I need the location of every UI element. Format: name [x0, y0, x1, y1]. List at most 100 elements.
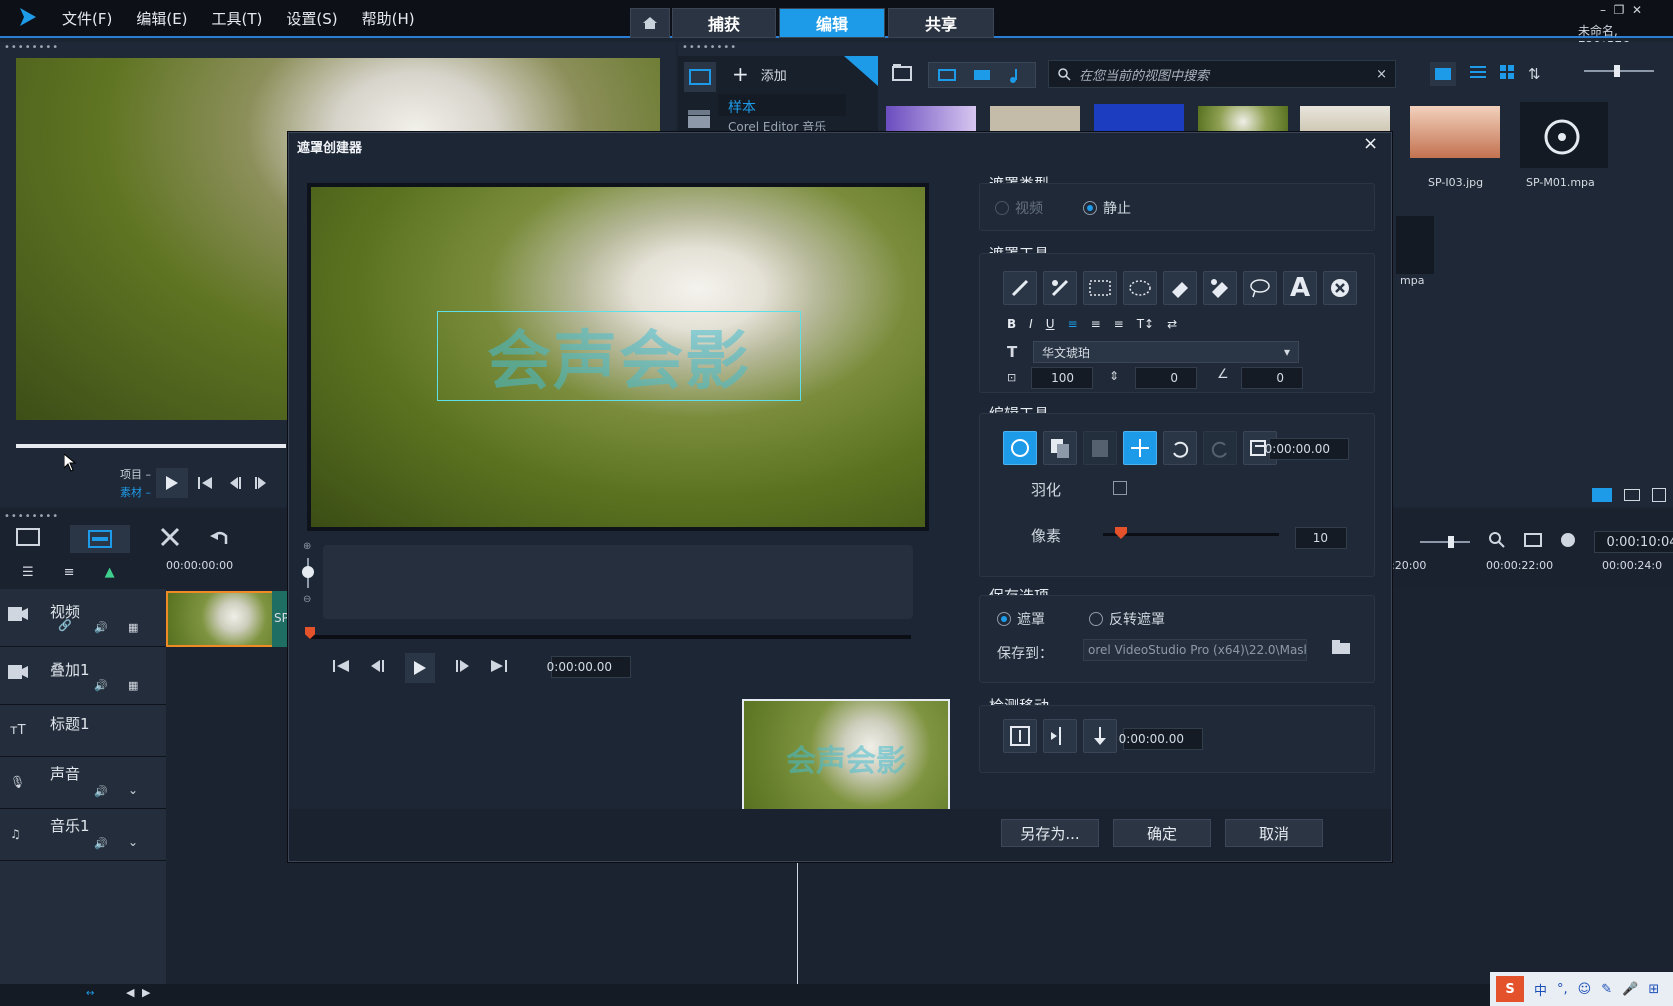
line-spacing-input[interactable]: 0	[1135, 367, 1197, 389]
font-select[interactable]: 华文琥珀 ▾	[1033, 341, 1299, 363]
lasso-tool-button[interactable]	[1243, 271, 1277, 305]
import-media-button[interactable]	[892, 62, 916, 86]
folder-item-sample[interactable]: 样本	[718, 94, 846, 116]
project-mode-label[interactable]: 项目 –	[120, 466, 151, 482]
italic-icon[interactable]: I	[1029, 317, 1033, 331]
playhead-line[interactable]	[797, 859, 798, 984]
player-scrubber[interactable]	[16, 444, 286, 448]
ime-write[interactable]: ✎	[1601, 982, 1612, 997]
mask-preview[interactable]: 会声会影	[311, 187, 925, 527]
align-center-icon[interactable]: ≡	[1091, 317, 1101, 331]
pixel-slider[interactable]	[1103, 527, 1279, 539]
clear-search-icon[interactable]: ×	[1376, 67, 1387, 82]
window-controls[interactable]: – ❐ ✕	[1600, 3, 1642, 17]
copy-button[interactable]	[1043, 431, 1077, 465]
menu-edit[interactable]: 编辑(E)	[136, 8, 187, 29]
dialog-next-frame-button[interactable]	[455, 659, 471, 677]
home-button[interactable]	[630, 8, 670, 38]
ime-voice[interactable]: 🎤	[1622, 982, 1638, 997]
mosaic-icon[interactable]: ▦	[128, 679, 138, 692]
move-tool-button[interactable]	[1123, 431, 1157, 465]
smart-eraser-tool-button[interactable]	[1203, 271, 1237, 305]
thumb-view-button[interactable]	[1430, 62, 1456, 86]
scroll-right-icon[interactable]: ▶	[142, 986, 150, 999]
player-start-button[interactable]	[198, 476, 212, 494]
ellipse-tool-button[interactable]	[1123, 271, 1157, 305]
zoom-in-icon[interactable]	[1488, 531, 1506, 553]
ime-menu[interactable]: ⊞	[1648, 982, 1659, 997]
search-input[interactable]: 在您当前的视图中搜索	[1079, 65, 1368, 84]
volume-icon[interactable]: 🔊	[94, 785, 108, 798]
menu-settings[interactable]: 设置(S)	[286, 8, 337, 29]
track-to-end-button[interactable]	[1003, 719, 1037, 753]
chevron-down-icon[interactable]: ⌄	[128, 783, 138, 797]
library-thumb[interactable]	[990, 106, 1080, 132]
dialog-timecode[interactable]: 0:00:00.00	[547, 656, 631, 678]
volume-icon[interactable]: 🔊	[94, 679, 108, 692]
align-left-icon[interactable]: ≡	[1068, 317, 1078, 331]
ripple-edit-icon[interactable]: ▲	[105, 565, 115, 580]
sort-icon[interactable]: ⇅	[1528, 65, 1541, 83]
align-right-icon[interactable]: ≡	[1114, 317, 1124, 331]
chevron-down-icon[interactable]: ⌄	[128, 835, 138, 849]
feather-checkbox[interactable]	[1113, 481, 1127, 495]
dialog-prev-frame-button[interactable]	[369, 659, 385, 677]
show-photo-button[interactable]	[964, 69, 999, 81]
track-voice[interactable]: 🎙 声音 🔊 ⌄	[0, 757, 166, 809]
panel-grip[interactable]: ••••••••	[4, 511, 59, 522]
undo-button[interactable]	[210, 528, 230, 550]
paste-button[interactable]	[1083, 431, 1117, 465]
text-direction-icon[interactable]: ⇄	[1167, 317, 1177, 331]
zoom-in-icon[interactable]: ⊕	[303, 541, 315, 552]
track-title[interactable]: ᴛT 标题1	[0, 705, 166, 757]
timeline-timecode[interactable]: 0:00:10:04	[1594, 531, 1673, 553]
storyboard-view-button[interactable]	[16, 528, 40, 550]
menu-help[interactable]: 帮助(H)	[362, 8, 415, 29]
dialog-start-button[interactable]	[333, 659, 349, 677]
text-tool-button[interactable]: A	[1283, 271, 1317, 305]
clip-mode-label[interactable]: 素材 –	[120, 484, 151, 500]
track-music[interactable]: ♫ 音乐1 🔊 ⌄	[0, 809, 166, 861]
library-thumb[interactable]	[1094, 104, 1184, 132]
library-panel-options[interactable]	[1592, 488, 1666, 502]
tab-capture[interactable]: 捕获	[672, 8, 776, 38]
scroll-left-icon[interactable]: ◀	[126, 986, 134, 999]
panel-grip[interactable]: ••••••••	[682, 42, 737, 53]
timeline-view-button[interactable]	[70, 525, 130, 553]
thumb-size-slider[interactable]	[1584, 65, 1654, 77]
angle-input[interactable]: 0	[1241, 367, 1303, 389]
menu-tools[interactable]: 工具(T)	[212, 8, 263, 29]
font-size-input[interactable]: 100	[1031, 367, 1093, 389]
tab-share[interactable]: 共享	[888, 8, 994, 38]
pixel-input[interactable]: 10	[1295, 527, 1347, 549]
volume-icon[interactable]: 🔊	[94, 621, 108, 634]
library-thumb[interactable]	[1520, 102, 1608, 168]
save-path-input[interactable]: orel VideoStudio Pro (x64)\22.0\Mask\	[1083, 639, 1307, 661]
dialog-end-button[interactable]	[491, 659, 507, 677]
zoom-out-icon[interactable]: ⊖	[303, 594, 315, 605]
keyframe-zoom[interactable]: ⊕ ⊖	[302, 541, 315, 615]
rect-tool-button[interactable]	[1083, 271, 1117, 305]
player-prev-frame-button[interactable]	[228, 476, 242, 494]
library-search[interactable]: 在您当前的视图中搜索 ×	[1048, 60, 1396, 88]
save-invert-radio[interactable]: 反转遮罩	[1089, 609, 1165, 629]
fit-to-window-icon[interactable]: ↔	[86, 988, 94, 999]
cancel-button[interactable]: 取消	[1225, 819, 1323, 847]
tab-edit[interactable]: 编辑	[779, 8, 885, 38]
brush-tool-button[interactable]	[1003, 271, 1037, 305]
library-thumb[interactable]	[1410, 106, 1500, 158]
smart-brush-tool-button[interactable]	[1043, 271, 1077, 305]
add-folder-button[interactable]: + 添加	[732, 62, 787, 86]
menu-file[interactable]: 文件(F)	[62, 8, 112, 29]
library-thumb[interactable]	[886, 106, 976, 132]
mosaic-icon[interactable]: ▦	[128, 621, 138, 634]
mask-type-still-radio[interactable]: 静止	[1083, 198, 1131, 218]
dialog-close-icon[interactable]: ×	[1363, 133, 1378, 154]
show-audio-button[interactable]	[1000, 67, 1035, 83]
library-thumb[interactable]	[1396, 216, 1434, 274]
show-video-button[interactable]	[929, 69, 964, 81]
tools-button[interactable]	[160, 527, 180, 551]
zoom-slider[interactable]	[1420, 536, 1470, 548]
redo-mask-button[interactable]	[1203, 431, 1237, 465]
add-track-icon[interactable]: ≡	[64, 565, 75, 580]
